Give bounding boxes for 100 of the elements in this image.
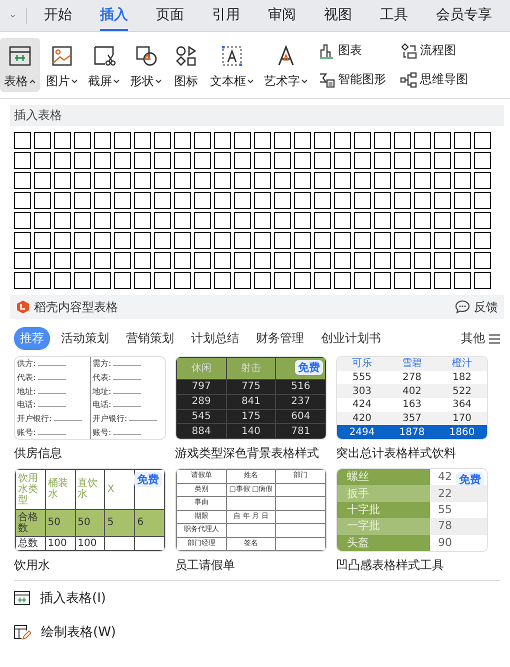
grid-cell[interactable] [154, 212, 171, 229]
grid-cell[interactable] [254, 152, 271, 169]
grid-cell[interactable] [314, 172, 331, 189]
ribbon-tab[interactable]: 页面 [156, 0, 184, 31]
grid-cell[interactable] [254, 252, 271, 269]
grid-cell[interactable] [334, 192, 351, 209]
grid-cell[interactable] [194, 232, 211, 249]
grid-cell[interactable] [474, 132, 491, 149]
ribbon-tab[interactable]: 会员专享 [436, 0, 492, 31]
grid-cell[interactable] [454, 252, 471, 269]
ribbon-tab[interactable]: 视图 [324, 0, 352, 31]
grid-cell[interactable] [434, 272, 451, 289]
grid-cell[interactable] [414, 272, 431, 289]
grid-cell[interactable] [114, 212, 131, 229]
grid-cell[interactable] [254, 272, 271, 289]
insert-button[interactable]: 图标 [168, 38, 204, 92]
menu-item[interactable]: 绘制表格(W) [10, 615, 504, 649]
grid-cell[interactable] [394, 252, 411, 269]
grid-cell[interactable] [274, 192, 291, 209]
insert-button[interactable]: 文本框 [206, 38, 258, 92]
grid-cell[interactable] [134, 272, 151, 289]
grid-cell[interactable] [74, 132, 91, 149]
grid-cell[interactable] [354, 132, 371, 149]
grid-cell[interactable] [154, 252, 171, 269]
grid-cell[interactable] [14, 232, 31, 249]
grid-cell[interactable] [454, 152, 471, 169]
grid-cell[interactable] [314, 272, 331, 289]
grid-cell[interactable] [154, 172, 171, 189]
grid-cell[interactable] [74, 172, 91, 189]
grid-cell[interactable] [54, 272, 71, 289]
grid-cell[interactable] [174, 252, 191, 269]
grid-cell[interactable] [154, 272, 171, 289]
grid-cell[interactable] [54, 192, 71, 209]
grid-cell[interactable] [94, 192, 111, 209]
grid-cell[interactable] [374, 232, 391, 249]
grid-cell[interactable] [74, 272, 91, 289]
grid-cell[interactable] [414, 252, 431, 269]
ribbon-tab[interactable]: 引用 [212, 0, 240, 31]
grid-cell[interactable] [34, 232, 51, 249]
grid-cell[interactable] [234, 152, 251, 169]
grid-cell[interactable] [474, 232, 491, 249]
grid-cell[interactable] [254, 132, 271, 149]
grid-cell[interactable] [14, 152, 31, 169]
grid-cell[interactable] [114, 172, 131, 189]
grid-cell[interactable] [254, 232, 271, 249]
grid-cell[interactable] [34, 252, 51, 269]
grid-cell[interactable] [214, 232, 231, 249]
grid-cell[interactable] [54, 212, 71, 229]
chat-icon[interactable] [455, 300, 470, 314]
grid-cell[interactable] [274, 132, 291, 149]
grid-cell[interactable] [254, 192, 271, 209]
grid-cell[interactable] [294, 172, 311, 189]
category-tab[interactable]: 计划总结 [185, 327, 245, 350]
grid-cell[interactable] [134, 212, 151, 229]
grid-cell[interactable] [214, 152, 231, 169]
grid-cell[interactable] [194, 272, 211, 289]
grid-cell[interactable] [294, 152, 311, 169]
grid-cell[interactable] [334, 272, 351, 289]
grid-cell[interactable] [394, 192, 411, 209]
grid-cell[interactable] [454, 212, 471, 229]
grid-cell[interactable] [294, 132, 311, 149]
grid-cell[interactable] [334, 172, 351, 189]
grid-cell[interactable] [374, 152, 391, 169]
grid-cell[interactable] [354, 212, 371, 229]
grid-cell[interactable] [374, 192, 391, 209]
grid-cell[interactable] [14, 272, 31, 289]
grid-cell[interactable] [314, 252, 331, 269]
grid-cell[interactable] [294, 232, 311, 249]
grid-cell[interactable] [314, 152, 331, 169]
grid-cell[interactable] [94, 272, 111, 289]
grid-cell[interactable] [134, 172, 151, 189]
grid-cell[interactable] [174, 152, 191, 169]
grid-cell[interactable] [54, 232, 71, 249]
grid-cell[interactable] [214, 132, 231, 149]
grid-cell[interactable] [134, 232, 151, 249]
grid-cell[interactable] [154, 132, 171, 149]
grid-cell[interactable] [134, 192, 151, 209]
grid-cell[interactable] [354, 172, 371, 189]
grid-cell[interactable] [394, 272, 411, 289]
insert-button[interactable]: 表格 [0, 38, 40, 92]
grid-cell[interactable] [334, 132, 351, 149]
grid-cell[interactable] [94, 252, 111, 269]
grid-cell[interactable] [114, 232, 131, 249]
grid-cell[interactable] [334, 252, 351, 269]
grid-cell[interactable] [474, 152, 491, 169]
grid-cell[interactable] [294, 252, 311, 269]
grid-cell[interactable] [374, 212, 391, 229]
template-title[interactable]: 饮用水 [14, 552, 166, 580]
category-tab[interactable]: 财务管理 [250, 327, 310, 350]
grid-cell[interactable] [454, 272, 471, 289]
grid-cell[interactable] [354, 192, 371, 209]
menu-icon[interactable] [489, 334, 500, 344]
grid-cell[interactable] [74, 232, 91, 249]
grid-cell[interactable] [394, 232, 411, 249]
grid-cell[interactable] [114, 192, 131, 209]
grid-cell[interactable] [14, 192, 31, 209]
template-card[interactable]: 供方: 需方: 代表: 代表: 地址: 地址: 电话: 电话: 开户银行: 开户银行: 账号: 账号: [14, 356, 166, 440]
grid-cell[interactable] [374, 272, 391, 289]
grid-cell[interactable] [454, 232, 471, 249]
grid-cell[interactable] [474, 252, 491, 269]
